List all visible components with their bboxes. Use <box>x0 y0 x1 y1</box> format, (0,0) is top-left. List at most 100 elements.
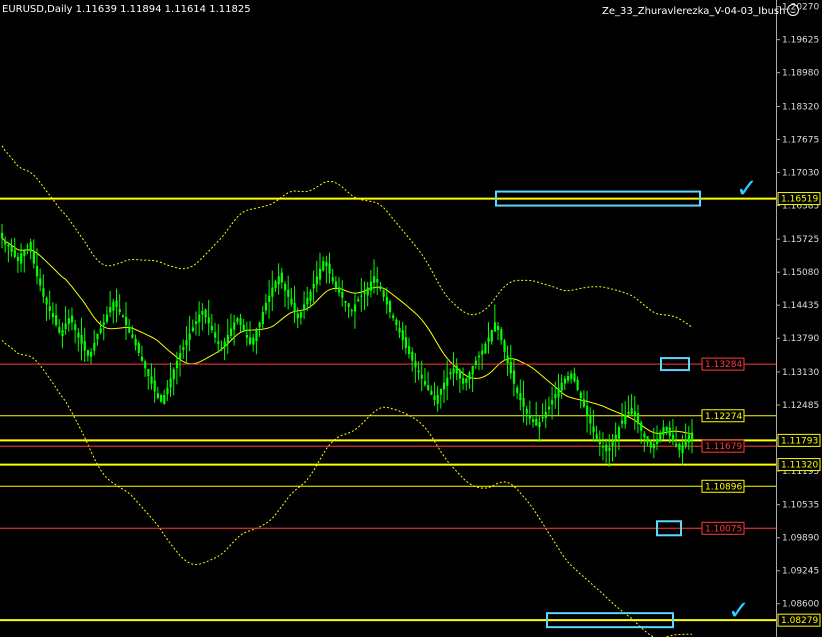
candle <box>427 371 430 392</box>
candle-body <box>118 309 121 313</box>
candles <box>1 224 694 467</box>
candle <box>131 325 134 339</box>
candle-body <box>636 413 640 424</box>
candle <box>477 351 481 371</box>
candle <box>503 338 506 361</box>
candle-body <box>153 380 156 392</box>
candle-body <box>573 373 576 382</box>
candle <box>401 321 404 350</box>
candle <box>112 299 115 324</box>
candle-body <box>55 315 58 325</box>
candle <box>360 277 363 312</box>
candle <box>414 352 417 383</box>
candle <box>344 300 347 312</box>
candle <box>58 318 61 335</box>
candle-body <box>322 260 325 271</box>
candle-body <box>586 405 589 416</box>
candle-body <box>411 351 414 361</box>
candle-body <box>172 369 175 380</box>
candle <box>204 308 207 324</box>
candle-body <box>144 361 147 369</box>
candle <box>96 333 99 346</box>
candle-body <box>630 408 633 415</box>
candle-body <box>1 232 4 238</box>
y-tick-label: 1.17675 <box>782 135 819 145</box>
candle <box>633 396 636 430</box>
candle-body <box>366 287 369 296</box>
candle-body <box>503 340 506 353</box>
candle-body <box>506 355 509 364</box>
candle <box>595 425 598 441</box>
candle <box>350 308 353 317</box>
candle <box>341 280 344 307</box>
price-tag: 1.11793 <box>777 433 821 447</box>
candle-body <box>404 337 408 348</box>
candle <box>299 309 303 325</box>
candle-body <box>29 242 32 252</box>
candle-body <box>331 277 334 282</box>
candle-body <box>77 332 80 338</box>
upper-band <box>1 145 693 328</box>
candle <box>242 318 245 333</box>
checkmark-icon: ✓ <box>736 174 758 204</box>
candle-body <box>303 304 306 310</box>
candle-body <box>538 422 541 428</box>
candle <box>188 315 191 352</box>
candle <box>379 281 382 292</box>
candle <box>229 313 233 340</box>
candle-body <box>423 380 427 385</box>
candle-body <box>283 283 287 291</box>
price-tag: 1.10896 <box>701 479 745 493</box>
candle-body <box>163 394 166 405</box>
candle-body <box>395 319 398 325</box>
candle-body <box>497 325 500 331</box>
candle-body <box>566 376 570 381</box>
candle <box>144 359 147 377</box>
candle <box>271 270 274 312</box>
candle-body <box>442 382 446 390</box>
candle <box>325 255 328 284</box>
candle <box>532 414 535 428</box>
price-chart[interactable]: 1.202701.196251.189801.183201.176751.170… <box>0 0 822 637</box>
candle-body <box>204 309 207 318</box>
candle-body <box>86 350 90 356</box>
candle-body <box>121 315 125 318</box>
candle <box>48 290 51 320</box>
candle-body <box>45 297 48 305</box>
candle <box>605 438 608 464</box>
candle-body <box>64 323 67 329</box>
candle <box>509 344 512 379</box>
indicator-title: Ze_33_Zhuravlerezka_V-04-03_Ibush <box>602 4 800 17</box>
candle-body <box>137 343 140 354</box>
candle-body <box>595 434 598 439</box>
candle <box>169 362 172 397</box>
price-tag: 1.11320 <box>777 458 821 472</box>
candle-body <box>627 411 630 415</box>
y-tick-label: 1.14435 <box>782 301 819 311</box>
candle-body <box>401 330 404 341</box>
candle <box>214 322 217 344</box>
candle <box>551 386 554 420</box>
y-tick-label: 1.15725 <box>782 235 819 245</box>
candle <box>665 426 668 435</box>
candle <box>191 319 194 333</box>
candle <box>462 367 465 390</box>
candle-body <box>306 297 309 305</box>
price-tag-label: 1.10075 <box>705 524 742 534</box>
candle <box>61 322 64 349</box>
candle-body <box>643 433 646 438</box>
candle <box>446 360 449 401</box>
candle-body <box>344 300 347 303</box>
candle <box>433 382 436 406</box>
candle <box>233 314 236 346</box>
candle <box>32 239 35 269</box>
candle <box>86 349 90 362</box>
candle <box>128 318 131 334</box>
candle-body <box>363 291 366 294</box>
candle-body <box>252 337 255 345</box>
candle-body <box>455 365 458 374</box>
candle-body <box>83 341 86 351</box>
candle <box>115 288 118 323</box>
candle <box>560 374 563 399</box>
candle-body <box>48 306 51 312</box>
